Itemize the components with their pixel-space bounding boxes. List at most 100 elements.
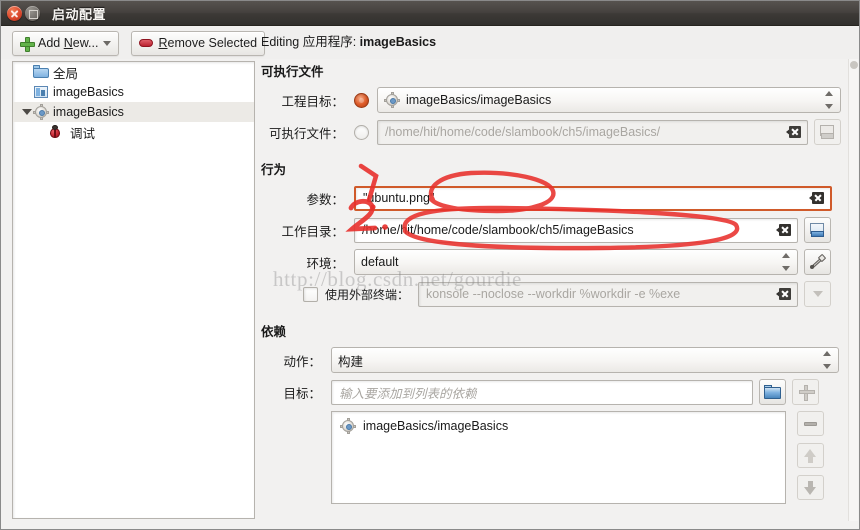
twisty-placeholder bbox=[21, 66, 33, 78]
titlebar: 启动配置 bbox=[1, 1, 859, 26]
remove-selected-button-label: Remove Selected bbox=[158, 36, 258, 50]
sidebar-item-label: 全局 bbox=[53, 66, 79, 81]
executable-path-radio[interactable] bbox=[354, 124, 369, 140]
dependency-target-input[interactable]: 输入要添加到列表的依赖 bbox=[331, 379, 753, 405]
sidebar-item-debug[interactable]: 调试 bbox=[13, 122, 254, 142]
editing-prefix: Editing 应用程序: bbox=[261, 35, 360, 49]
remove-selected-button[interactable]: Remove Selected bbox=[131, 30, 266, 56]
dependency-add-button[interactable] bbox=[792, 379, 819, 405]
working-directory-value: /home/hit/home/code/slambook/ch5/imageBa… bbox=[362, 223, 634, 237]
gear-icon bbox=[384, 92, 400, 108]
project-target-label: 工程目标： bbox=[281, 94, 344, 109]
list-item-label: imageBasics/imageBasics bbox=[363, 419, 509, 433]
external-terminal-dropdown-button[interactable] bbox=[804, 281, 832, 307]
browse-icon bbox=[819, 124, 836, 140]
project-target-radio[interactable] bbox=[354, 92, 369, 108]
sidebar-item-project[interactable]: imageBasics bbox=[13, 82, 254, 102]
dependency-list[interactable]: imageBasics/imageBasics bbox=[331, 411, 786, 504]
environment-configure-button[interactable] bbox=[804, 249, 831, 275]
plus-icon bbox=[20, 36, 35, 52]
plus-icon bbox=[798, 385, 815, 401]
sidebar-item-global[interactable]: 全局 bbox=[13, 62, 254, 82]
move-down-button[interactable] bbox=[797, 475, 824, 500]
spinner-icon[interactable] bbox=[823, 91, 834, 109]
executable-path-input[interactable]: /home/hit/home/code/slambook/ch5/imageBa… bbox=[377, 119, 808, 145]
remove-dependency-button[interactable] bbox=[797, 411, 824, 436]
sidebar-item-label: 调试 bbox=[70, 126, 96, 141]
section-title-executable: 可执行文件 bbox=[261, 65, 324, 79]
editing-header: Editing 应用程序: imageBasics bbox=[261, 31, 841, 50]
arguments-label: 参数： bbox=[306, 192, 344, 207]
close-icon[interactable] bbox=[7, 5, 22, 21]
move-up-button[interactable] bbox=[797, 443, 824, 468]
chevron-down-icon[interactable] bbox=[103, 40, 112, 46]
launch-config-tree[interactable]: 全局 imageBasics imageBasics 调试 bbox=[12, 61, 255, 519]
folder-icon bbox=[33, 64, 49, 80]
external-terminal-label: 使用外部终端： bbox=[325, 287, 410, 302]
executable-path-label: 可执行文件： bbox=[268, 126, 344, 141]
working-directory-browse-button[interactable] bbox=[804, 217, 831, 243]
environment-combobox[interactable]: default bbox=[354, 249, 798, 275]
project-target-value: imageBasics/imageBasics bbox=[406, 93, 552, 107]
executable-path-value: /home/hit/home/code/slambook/ch5/imageBa… bbox=[385, 125, 661, 139]
row-working-directory: 工作目录： /home/hit/home/code/slambook/ch5/i… bbox=[261, 217, 841, 243]
minus-icon bbox=[804, 421, 817, 426]
arrow-down-icon bbox=[804, 480, 817, 495]
clear-icon[interactable] bbox=[776, 223, 792, 237]
section-title-behavior: 行为 bbox=[261, 163, 287, 177]
sidebar-item-label: imageBasics bbox=[53, 85, 124, 99]
window-title: 启动配置 bbox=[52, 6, 107, 22]
config-editor-pane: Editing 应用程序: imageBasics 可执行文件 工程目标： im… bbox=[261, 31, 841, 523]
dependency-action-label: 动作： bbox=[283, 354, 321, 369]
row-arguments: 参数： "ubuntu.png" bbox=[261, 185, 841, 211]
dependency-target-placeholder: 输入要添加到列表的依赖 bbox=[339, 386, 477, 401]
dependency-action-value: 构建 bbox=[338, 354, 364, 369]
project-target-combobox[interactable]: imageBasics/imageBasics bbox=[377, 87, 841, 113]
dependency-action-combobox[interactable]: 构建 bbox=[331, 347, 839, 373]
dependency-list-area: imageBasics/imageBasics bbox=[331, 411, 841, 507]
external-terminal-command-input[interactable]: konsole --noclose --workdir %workdir -e … bbox=[418, 281, 799, 307]
browse-icon bbox=[809, 222, 826, 238]
clear-icon[interactable] bbox=[809, 191, 825, 205]
wrench-icon bbox=[809, 253, 827, 271]
external-terminal-checkbox[interactable] bbox=[303, 286, 318, 302]
add-new-button[interactable]: Add New... bbox=[12, 30, 120, 56]
row-environment: 环境： default bbox=[261, 249, 841, 275]
working-directory-field[interactable]: /home/hit/home/code/slambook/ch5/imageBa… bbox=[354, 217, 798, 243]
row-external-terminal: 使用外部终端： konsole --noclose --workdir %wor… bbox=[261, 281, 841, 307]
spinner-icon[interactable] bbox=[780, 253, 791, 271]
clear-icon[interactable] bbox=[786, 125, 802, 139]
executable-path-browse-button[interactable] bbox=[814, 119, 841, 145]
external-terminal-command-value: konsole --noclose --workdir %workdir -e … bbox=[426, 287, 681, 301]
working-directory-label: 工作目录： bbox=[281, 224, 344, 239]
list-item[interactable]: imageBasics/imageBasics bbox=[332, 416, 785, 436]
twisty-placeholder bbox=[21, 86, 33, 98]
clear-icon[interactable] bbox=[776, 287, 792, 301]
minus-icon bbox=[139, 39, 154, 47]
arrow-up-icon bbox=[804, 448, 817, 463]
row-project-target: 工程目标： imageBasics/imageBasics bbox=[261, 87, 841, 113]
chevron-down-icon bbox=[812, 291, 823, 297]
editing-target-name: imageBasics bbox=[359, 35, 437, 49]
chevron-down-icon[interactable] bbox=[21, 106, 33, 118]
section-title-dependencies: 依赖 bbox=[261, 325, 287, 339]
gear-icon bbox=[340, 418, 356, 434]
row-dependency-target: 目标： 输入要添加到列表的依赖 bbox=[261, 379, 841, 405]
dependency-list-buttons bbox=[797, 411, 824, 507]
arguments-value: "ubuntu.png" bbox=[363, 191, 435, 205]
scrollbar-thumb[interactable] bbox=[850, 61, 858, 69]
add-new-button-label: Add New... bbox=[38, 36, 99, 50]
row-dependency-action: 动作： 构建 bbox=[261, 347, 841, 373]
arguments-field[interactable]: "ubuntu.png" bbox=[354, 185, 832, 211]
vertical-scrollbar[interactable] bbox=[848, 59, 858, 521]
minimize-icon[interactable] bbox=[25, 5, 40, 21]
row-executable-path: 可执行文件： /home/hit/home/code/slambook/ch5/… bbox=[261, 119, 841, 145]
spinner-icon[interactable] bbox=[821, 351, 832, 369]
launch-configurations-dialog: 启动配置 Add New... Remove Selected 全局 image… bbox=[0, 0, 860, 530]
project-icon bbox=[33, 84, 49, 100]
dependency-browse-button[interactable] bbox=[759, 379, 786, 405]
environment-value: default bbox=[361, 255, 399, 269]
bug-icon bbox=[47, 124, 63, 140]
dependency-target-label: 目标： bbox=[283, 386, 321, 401]
sidebar-item-imagebasics-config[interactable]: imageBasics bbox=[13, 102, 254, 122]
